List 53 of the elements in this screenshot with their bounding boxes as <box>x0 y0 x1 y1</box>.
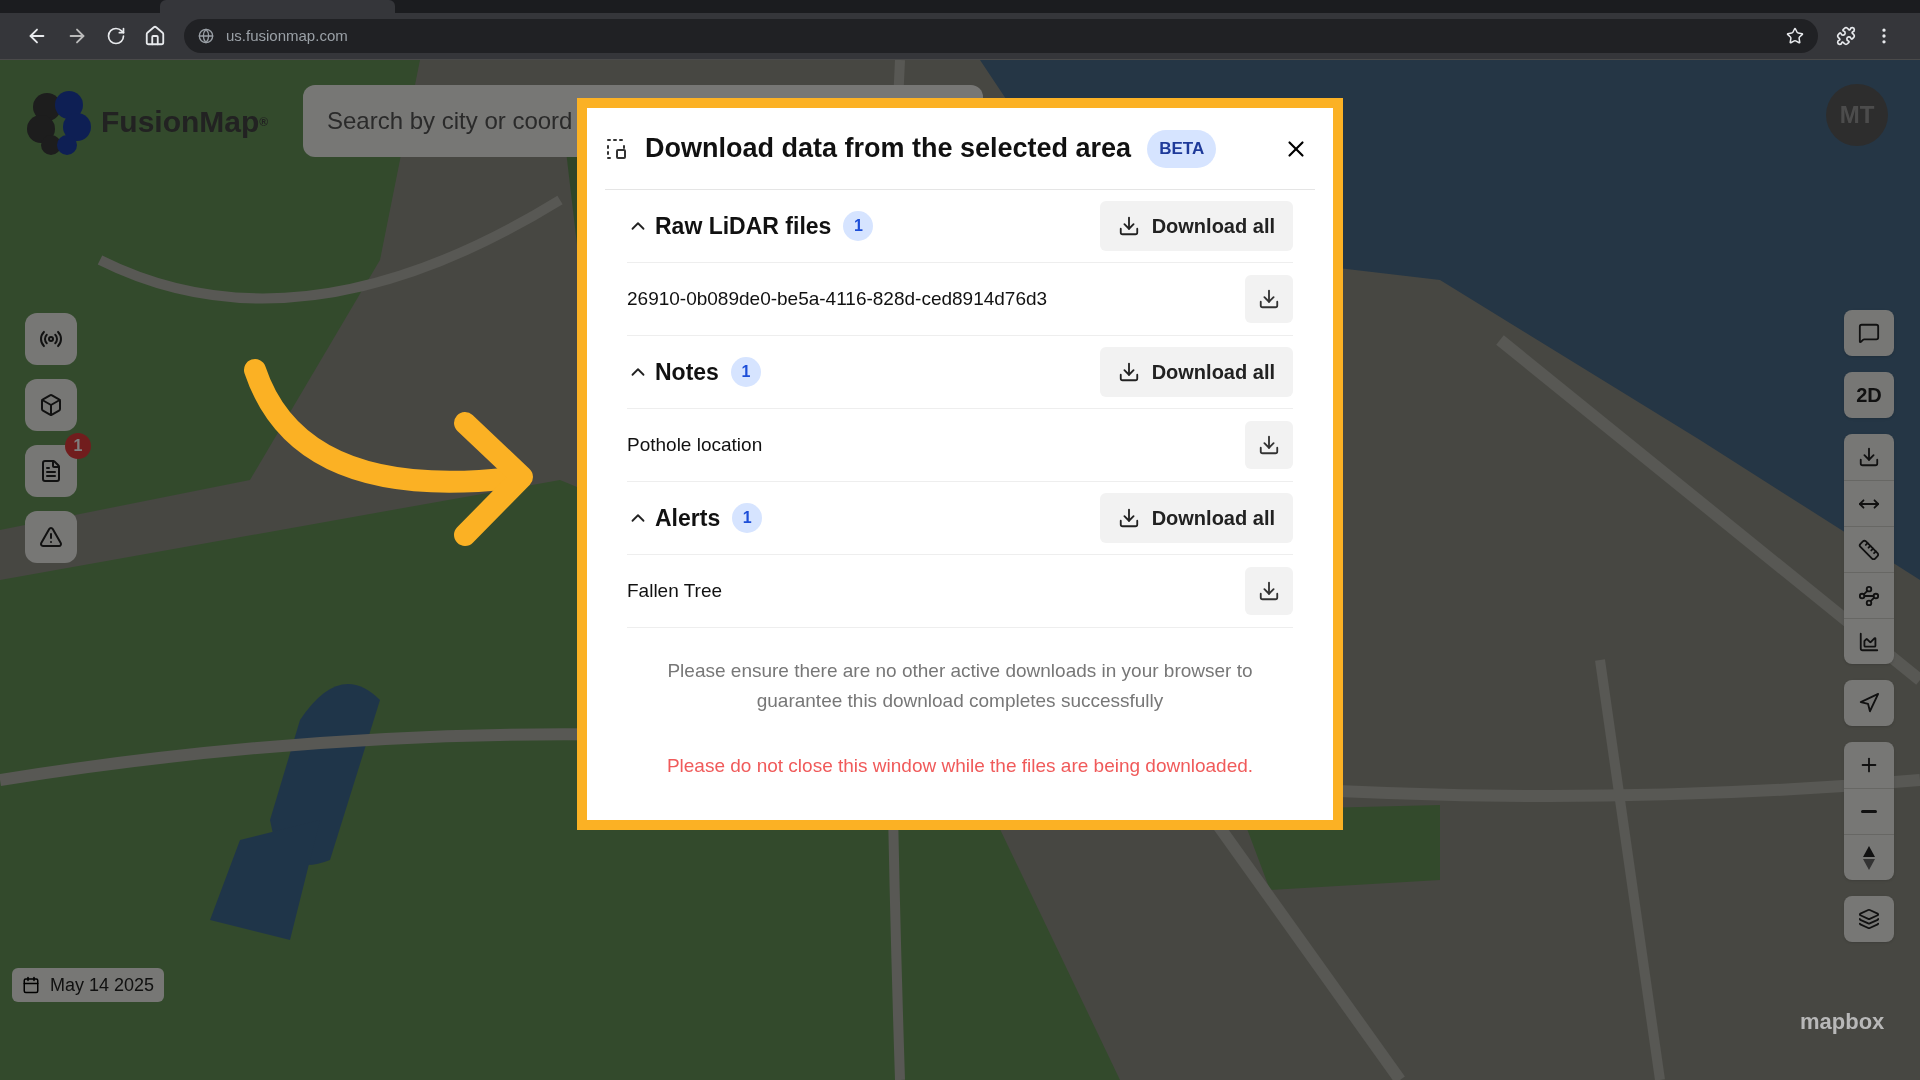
section-title: Notes <box>655 357 719 387</box>
file-name: Pothole location <box>627 432 763 457</box>
reload-icon[interactable] <box>106 26 126 46</box>
download-button[interactable] <box>1245 567 1293 615</box>
star-icon[interactable] <box>1786 27 1804 45</box>
download-icon <box>1258 580 1280 602</box>
download-button[interactable] <box>1245 421 1293 469</box>
section-title: Raw LiDAR files <box>655 211 832 241</box>
minus-icon <box>1861 810 1877 813</box>
globe-icon <box>198 28 214 44</box>
navigation-icon <box>1858 692 1880 714</box>
date-chip[interactable]: May 14 2025 <box>12 968 165 1002</box>
map-tool-button[interactable] <box>25 511 77 563</box>
download-button[interactable] <box>1245 275 1293 323</box>
map-tool-button[interactable] <box>25 313 77 365</box>
section-title: Alerts <box>655 503 721 533</box>
download-icon <box>1258 434 1280 456</box>
nodes-icon <box>1858 584 1880 607</box>
file-name: 26910-0b089de0-be5a-4116-828d-ced8914d76d3 <box>627 286 1048 311</box>
download-all-button[interactable]: Download all <box>1099 201 1293 251</box>
download-icon <box>1117 361 1140 383</box>
address-bar[interactable]: us.fusionmap.com <box>184 19 1818 53</box>
download-icon <box>1117 215 1140 237</box>
chat-icon <box>1858 322 1880 344</box>
download-icon <box>1258 288 1280 310</box>
area-chart-icon <box>1858 630 1880 653</box>
view-mode-button[interactable]: 2D <box>1844 372 1894 418</box>
notes-icon <box>39 459 63 483</box>
info-text: Please ensure there are no other active downloads in your browser to guarantee this download completes successfully <box>666 659 1254 713</box>
count-badge: 1 <box>732 503 763 533</box>
home-icon[interactable] <box>144 25 166 47</box>
beta-badge: BETA <box>1147 129 1217 168</box>
map-attribution: mapbox <box>1800 1008 1885 1036</box>
selection-icon <box>605 136 629 161</box>
url-text: us.fusionmap.com <box>226 25 348 46</box>
count-badge: 1 <box>730 357 761 387</box>
file-name: Fallen Tree <box>627 578 723 603</box>
puzzle-icon[interactable] <box>1836 26 1856 46</box>
warning-text: Please do not close this window while the files are being downloaded. <box>665 754 1255 778</box>
cube-icon <box>39 393 63 417</box>
map-tool-button[interactable] <box>25 379 77 431</box>
download-icon <box>1117 507 1140 529</box>
warning-icon <box>39 525 63 549</box>
download-all-button[interactable]: Download all <box>1099 493 1293 543</box>
compass-icon <box>1862 844 1876 871</box>
download-icon <box>1858 446 1880 468</box>
calendar-icon <box>22 976 40 994</box>
download-all-button[interactable]: Download all <box>1099 347 1293 397</box>
count-badge: 1 <box>843 211 874 241</box>
layers-icon <box>1858 908 1880 930</box>
ruler-icon <box>1858 538 1880 561</box>
dialog-title: Download data from the selected area <box>645 132 1132 166</box>
date-text: May 14 2025 <box>50 973 155 997</box>
